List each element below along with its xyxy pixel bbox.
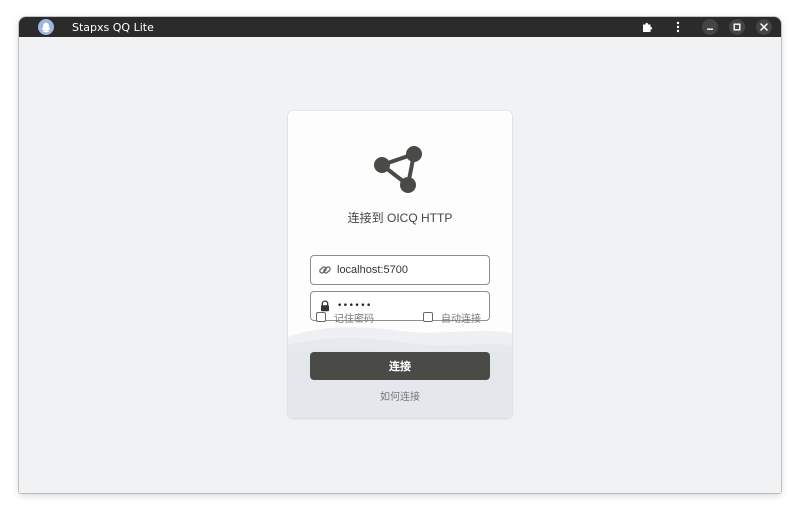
network-triangle-logo-icon (374, 146, 422, 193)
close-icon[interactable] (756, 19, 772, 35)
auto-connect-option[interactable]: 自动连接 (423, 310, 481, 325)
title-bar[interactable]: Stapxs QQ Lite (19, 17, 781, 37)
app-icon (38, 19, 54, 35)
app-window: Stapxs QQ Lite 连接到 OICQ HTTP localhost:5… (19, 17, 781, 493)
remember-password-option[interactable]: 记住密码 (316, 310, 374, 325)
login-card: 连接到 OICQ HTTP localhost:5700 •••••• 记住密码 (288, 111, 512, 418)
puzzle-icon[interactable] (640, 19, 656, 35)
address-value: localhost:5700 (337, 264, 408, 276)
window-title: Stapxs QQ Lite (72, 21, 154, 34)
auto-connect-checkbox[interactable] (423, 312, 433, 322)
remember-password-checkbox[interactable] (316, 312, 326, 322)
remember-password-label: 记住密码 (334, 313, 374, 325)
auto-connect-label: 自动连接 (441, 313, 481, 325)
login-title: 连接到 OICQ HTTP (347, 211, 453, 225)
connect-button[interactable]: 连接 (310, 352, 490, 380)
maximize-icon[interactable] (729, 19, 745, 35)
link-icon (319, 266, 331, 274)
minimize-icon[interactable] (702, 19, 718, 35)
more-vert-icon[interactable] (670, 19, 686, 35)
how-to-connect-link[interactable]: 如何连接 (288, 388, 512, 403)
address-input[interactable]: localhost:5700 (310, 255, 490, 285)
